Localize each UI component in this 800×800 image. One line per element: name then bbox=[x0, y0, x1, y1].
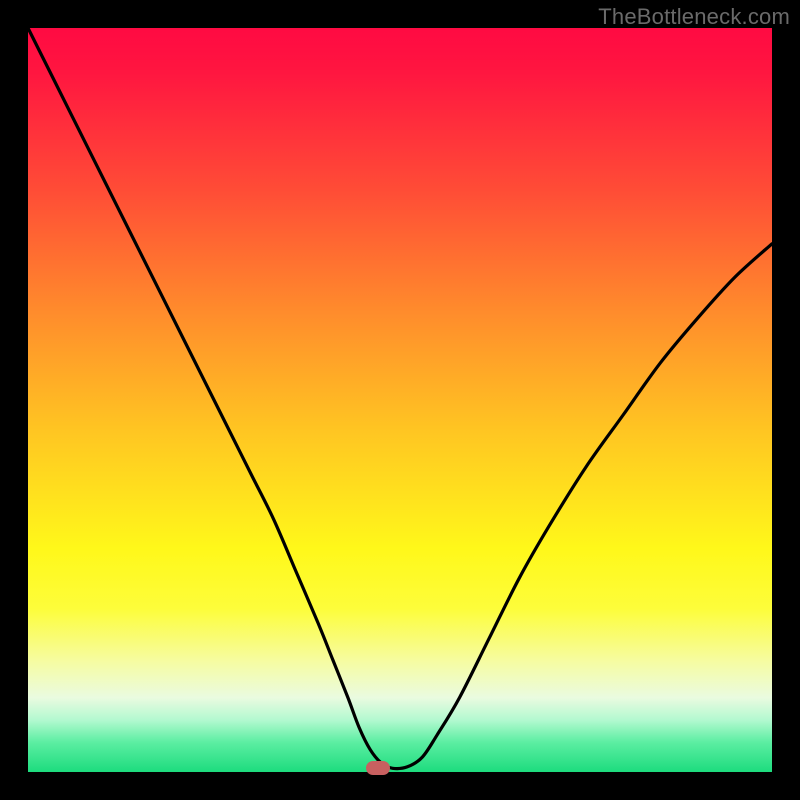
chart-frame: TheBottleneck.com bbox=[0, 0, 800, 800]
plot-area bbox=[28, 28, 772, 772]
watermark-text: TheBottleneck.com bbox=[598, 4, 790, 30]
bottleneck-curve bbox=[28, 28, 772, 769]
curve-svg bbox=[28, 28, 772, 772]
min-marker bbox=[366, 761, 390, 775]
